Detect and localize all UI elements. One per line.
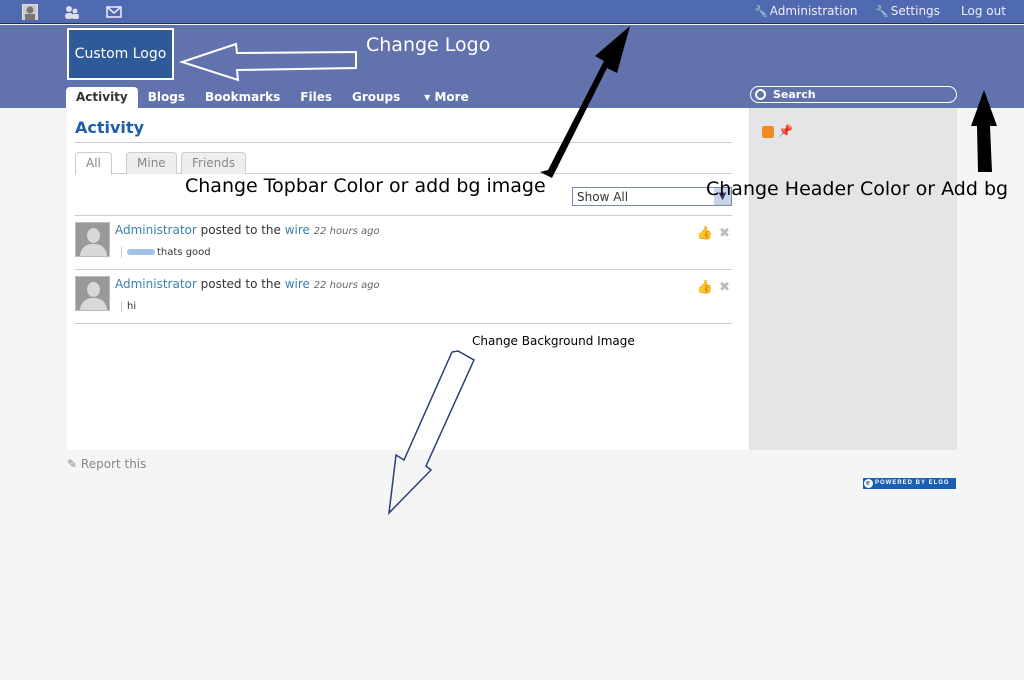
nav-files[interactable]: Files — [290, 87, 342, 108]
user-link[interactable]: Administrator — [115, 223, 197, 237]
nav-bookmarks[interactable]: Bookmarks — [195, 87, 290, 108]
avatar[interactable] — [75, 276, 110, 311]
pin-icon[interactable]: 📌 — [778, 124, 793, 138]
messages-icon[interactable] — [106, 4, 122, 20]
nav-blogs[interactable]: Blogs — [138, 87, 195, 108]
like-icon[interactable]: 👍 — [697, 225, 713, 240]
report-label: Report this — [80, 457, 147, 471]
site-logo[interactable]: Custom Logo — [67, 28, 174, 80]
activity-tabs: All Mine Friends — [75, 152, 732, 175]
search-input[interactable]: Search — [750, 86, 957, 103]
filter-value: Show All — [577, 190, 629, 204]
annotation-change-logo: Change Logo — [366, 34, 491, 56]
avatar[interactable] — [75, 222, 110, 257]
redacted-image — [127, 249, 155, 255]
search-placeholder: Search — [773, 88, 816, 101]
nav-more[interactable]: ▾ More — [410, 87, 478, 108]
tab-mine[interactable]: Mine — [126, 152, 177, 174]
wrench-icon: 🔧 — [875, 5, 889, 18]
wrench-icon: 🔧 — [754, 5, 768, 18]
logout-link[interactable]: Log out — [961, 4, 1006, 18]
administration-label: Administration — [769, 4, 858, 18]
item-message: thats good — [121, 247, 211, 258]
topbar: 🔧 Administration 🔧 Settings Log out — [0, 0, 1024, 24]
powered-by-badge[interactable]: e POWERED BY ELGG — [863, 478, 956, 489]
item-actions: 👍 ✖ — [691, 225, 730, 241]
user-link[interactable]: Administrator — [115, 277, 197, 291]
profile-icon[interactable] — [21, 3, 39, 21]
item-message: hi — [121, 301, 136, 312]
annotation-change-header: Change Header Color or Add bg — [706, 178, 1009, 200]
message-text: thats good — [157, 247, 211, 258]
wire-link[interactable]: wire — [285, 223, 310, 237]
item-verb: posted to the — [196, 277, 285, 291]
item-timestamp: 22 hours ago — [313, 280, 380, 291]
tab-friends[interactable]: Friends — [181, 152, 247, 174]
friends-icon[interactable] — [64, 4, 80, 20]
wire-link[interactable]: wire — [285, 277, 310, 291]
main-nav: Activity Blogs Bookmarks Files Groups ▾ … — [66, 87, 479, 108]
administration-link[interactable]: 🔧 Administration — [754, 4, 858, 18]
divider — [75, 323, 732, 324]
annotation-change-background: Change Background Image — [472, 334, 635, 348]
item-actions: 👍 ✖ — [691, 279, 730, 295]
rss-icon[interactable] — [762, 126, 774, 138]
powered-label: POWERED BY ELGG — [875, 480, 950, 486]
report-icon: ✎ — [67, 457, 78, 471]
item-summary: Administrator posted to the wire 22 hour… — [115, 223, 380, 237]
message-text: hi — [127, 301, 137, 312]
like-icon[interactable]: 👍 — [697, 279, 713, 294]
list-item: Administrator posted to the wire 22 hour… — [75, 216, 732, 270]
divider — [75, 142, 732, 143]
page-title: Activity — [75, 118, 144, 137]
delete-icon[interactable]: ✖ — [719, 279, 730, 294]
tab-all[interactable]: All — [75, 152, 112, 175]
main-content: Activity All Mine Friends Show All ▼ Adm… — [67, 108, 749, 450]
nav-groups[interactable]: Groups — [342, 87, 410, 108]
elgg-logo-icon: e — [864, 479, 873, 488]
settings-link[interactable]: 🔧 Settings — [875, 4, 940, 18]
settings-label: Settings — [890, 4, 940, 18]
annotation-change-topbar: Change Topbar Color or add bg image — [185, 175, 546, 197]
item-verb: posted to the — [196, 223, 285, 237]
item-timestamp: 22 hours ago — [313, 226, 380, 237]
sidebar: 📌 — [749, 108, 957, 450]
nav-activity[interactable]: Activity — [66, 87, 138, 108]
list-item: Administrator posted to the wire 22 hour… — [75, 270, 732, 324]
item-summary: Administrator posted to the wire 22 hour… — [115, 277, 380, 291]
header: Custom Logo Change Logo Activity Blogs B… — [0, 25, 1024, 108]
delete-icon[interactable]: ✖ — [719, 225, 730, 240]
report-this-link[interactable]: ✎ Report this — [67, 457, 146, 471]
search-icon — [755, 89, 766, 100]
